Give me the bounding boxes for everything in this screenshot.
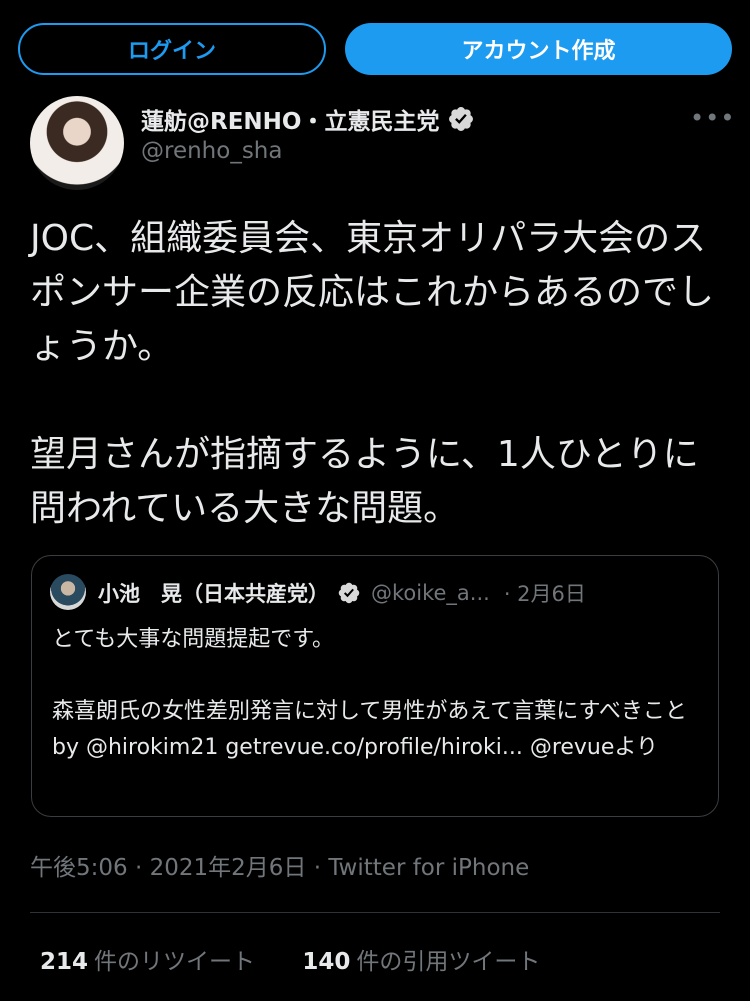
author-handle[interactable]: @renho_sha	[141, 138, 282, 164]
quoted-author-name: 小池 晃（日本共産党）	[98, 582, 329, 606]
tweet-paragraph-2: 望月さんが指摘するように、1人ひとりに問われている大きな問題。	[30, 434, 699, 529]
login-button[interactable]: ログイン	[18, 23, 326, 75]
verified-badge-icon	[449, 107, 474, 131]
quoted-author-handle: @koike_a...	[371, 581, 490, 605]
tweet-timestamp: 午後5:06 · 2021年2月6日 · Twitter for iPhone	[30, 855, 530, 881]
quoted-tweet-card[interactable]: 小池 晃（日本共産党） @koike_a... · 2月6日 とても大事な問題提…	[31, 555, 719, 817]
quotes-count: 140	[302, 949, 351, 975]
retweets-count: 214	[40, 949, 89, 975]
quotes-label: 件の引用ツイート	[356, 949, 541, 975]
quoted-tweet-text: とても大事な問題提起です。 森喜朗氏の女性差別発言に対して男性があえて言葉にすべ…	[52, 622, 702, 766]
retweets-stat[interactable]: 214 件のリツイート	[40, 949, 262, 975]
quoted-tweet-date: · 2月6日	[503, 582, 586, 606]
tweet-stats: 214 件のリツイート 140 件の引用ツイート	[40, 942, 540, 976]
divider	[30, 912, 720, 913]
quoted-tweet-header: 小池 晃（日本共産党） @koike_a... · 2月6日	[98, 576, 586, 610]
quoted-text-line-2: 森喜朗氏の女性差別発言に対して男性があえて言葉にすべきこと by @hiroki…	[52, 699, 687, 760]
tweet-text: JOC、組織委員会、東京オリパラ大会のスポンサー企業の反応はこれからあるのでしょ…	[30, 212, 720, 536]
tweet-paragraph-1: JOC、組織委員会、東京オリパラ大会のスポンサー企業の反応はこれからあるのでしょ…	[30, 218, 715, 367]
retweets-label: 件のリツイート	[94, 949, 256, 975]
signup-button[interactable]: アカウント作成	[345, 23, 732, 75]
quote-tweets-stat[interactable]: 140 件の引用ツイート	[302, 949, 540, 975]
quoted-text-line-1: とても大事な問題提起です。	[52, 627, 335, 652]
quoted-author-avatar	[50, 574, 86, 610]
more-dots-icon[interactable]: •••	[690, 104, 735, 132]
author-name[interactable]: 蓮舫@RENHO・立憲民主党	[141, 102, 439, 136]
verified-badge-icon	[338, 582, 360, 604]
top-bar: ログイン アカウント作成	[0, 0, 750, 100]
author-name-row: 蓮舫@RENHO・立憲民主党	[141, 100, 475, 138]
author-avatar[interactable]	[30, 96, 124, 190]
